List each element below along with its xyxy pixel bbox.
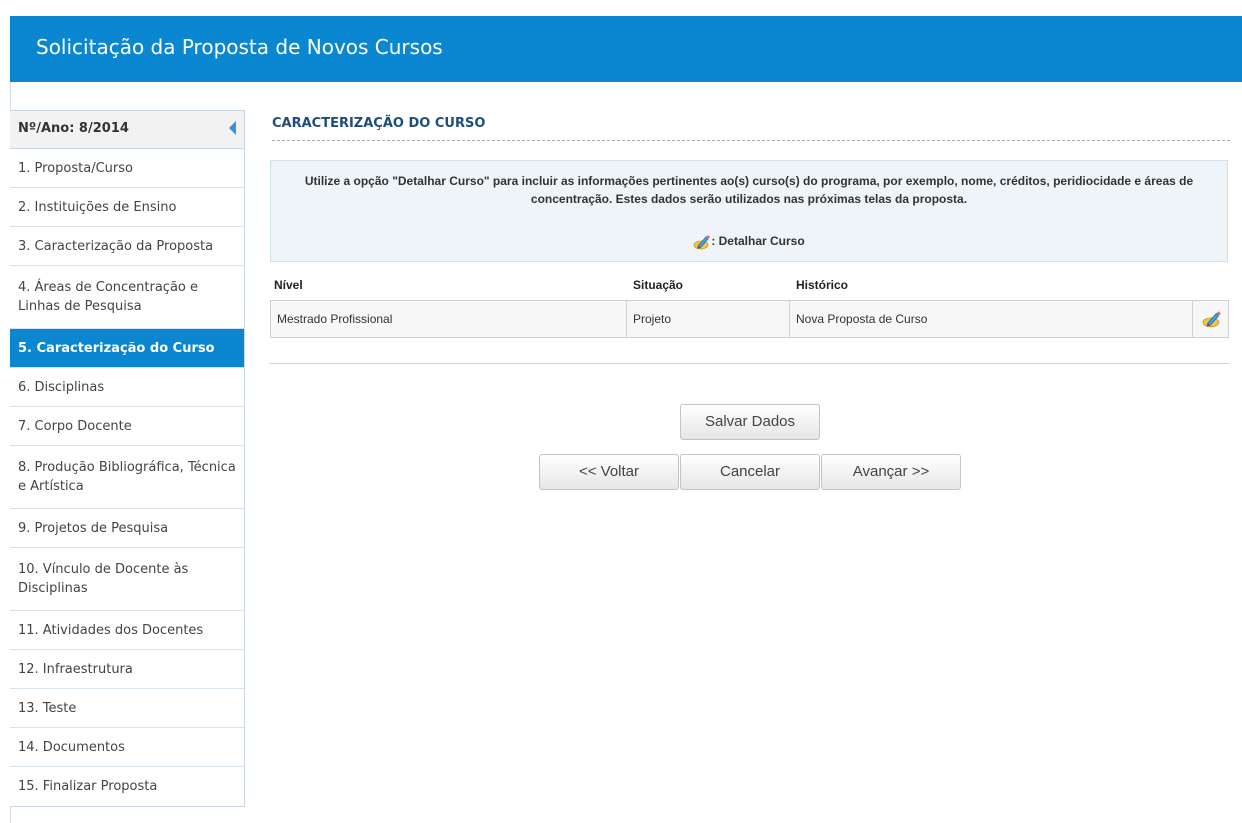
save-button[interactable]: Salvar Dados [680, 404, 820, 440]
table-header: Nível Situação Histórico [270, 272, 1229, 300]
sidebar-item-proposta-curso[interactable]: 1. Proposta/Curso [10, 149, 244, 188]
column-header-situacao: Situação [633, 278, 684, 292]
sidebar-item-producao[interactable]: 8. Produção Bibliográfica, Técnica e Art… [10, 446, 244, 509]
proposal-number: Nº/Ano: 8/2014 [18, 121, 129, 136]
page-title: Solicitação da Proposta de Novos Cursos [36, 35, 443, 59]
cell-situacao: Projeto [627, 301, 790, 337]
sidebar-item-teste[interactable]: 13. Teste [10, 689, 244, 728]
sidebar-item-finalizar[interactable]: 15. Finalizar Proposta [10, 767, 244, 806]
column-header-nivel: Nível [274, 278, 303, 292]
course-table: Nível Situação Histórico Mestrado Profis… [270, 272, 1229, 338]
sidebar-item-disciplinas[interactable]: 6. Disciplinas [10, 368, 244, 407]
sidebar-item-vinculo-docente[interactable]: 10. Vínculo de Docente às Disciplinas [10, 548, 244, 611]
section-divider [270, 363, 1229, 364]
legend: : Detalhar Curso [271, 233, 1227, 251]
column-header-historico: Histórico [796, 278, 849, 292]
sidebar-item-corpo-docente[interactable]: 7. Corpo Docente [10, 407, 244, 446]
pencil-edit-icon [693, 233, 711, 251]
sidebar-item-caracterizacao-proposta[interactable]: 3. Caracterização da Proposta [10, 227, 244, 266]
sidebar-item-projetos-pesquisa[interactable]: 9. Projetos de Pesquisa [10, 509, 244, 548]
sidebar: Nº/Ano: 8/2014 1. Proposta/Curso 2. Inst… [10, 110, 245, 807]
legend-label: : Detalhar Curso [711, 234, 805, 249]
sidebar-item-caracterizacao-curso[interactable]: 5. Caracterização do Curso [10, 329, 244, 368]
collapse-left-arrow-icon[interactable] [229, 121, 236, 135]
next-button[interactable]: Avançar >> [821, 454, 961, 490]
sidebar-item-documentos[interactable]: 14. Documentos [10, 728, 244, 767]
cell-nivel: Mestrado Profissional [271, 301, 627, 337]
sidebar-item-areas-concentracao[interactable]: 4. Áreas de Concentração e Linhas de Pes… [10, 266, 244, 329]
info-text: Utilize a opção "Detalhar Curso" para in… [304, 174, 1194, 206]
sidebar-header: Nº/Ano: 8/2014 [10, 111, 244, 149]
info-box: Utilize a opção "Detalhar Curso" para in… [270, 160, 1228, 262]
back-button[interactable]: << Voltar [539, 454, 679, 490]
cancel-button[interactable]: Cancelar [680, 454, 820, 490]
cell-historico: Nova Proposta de Curso [790, 301, 1193, 337]
section-title: CARACTERIZAÇÃO DO CURSO [272, 116, 486, 131]
sidebar-item-atividades[interactable]: 11. Atividades dos Docentes [10, 611, 244, 650]
dashed-divider [272, 140, 1230, 141]
table-row: Mestrado Profissional Projeto Nova Propo… [270, 300, 1229, 338]
app-header: Solicitação da Proposta de Novos Cursos [10, 16, 1242, 82]
sidebar-item-instituicoes[interactable]: 2. Instituições de Ensino [10, 188, 244, 227]
sidebar-item-infraestrutura[interactable]: 12. Infraestrutura [10, 650, 244, 689]
pencil-edit-icon[interactable] [1202, 309, 1222, 332]
